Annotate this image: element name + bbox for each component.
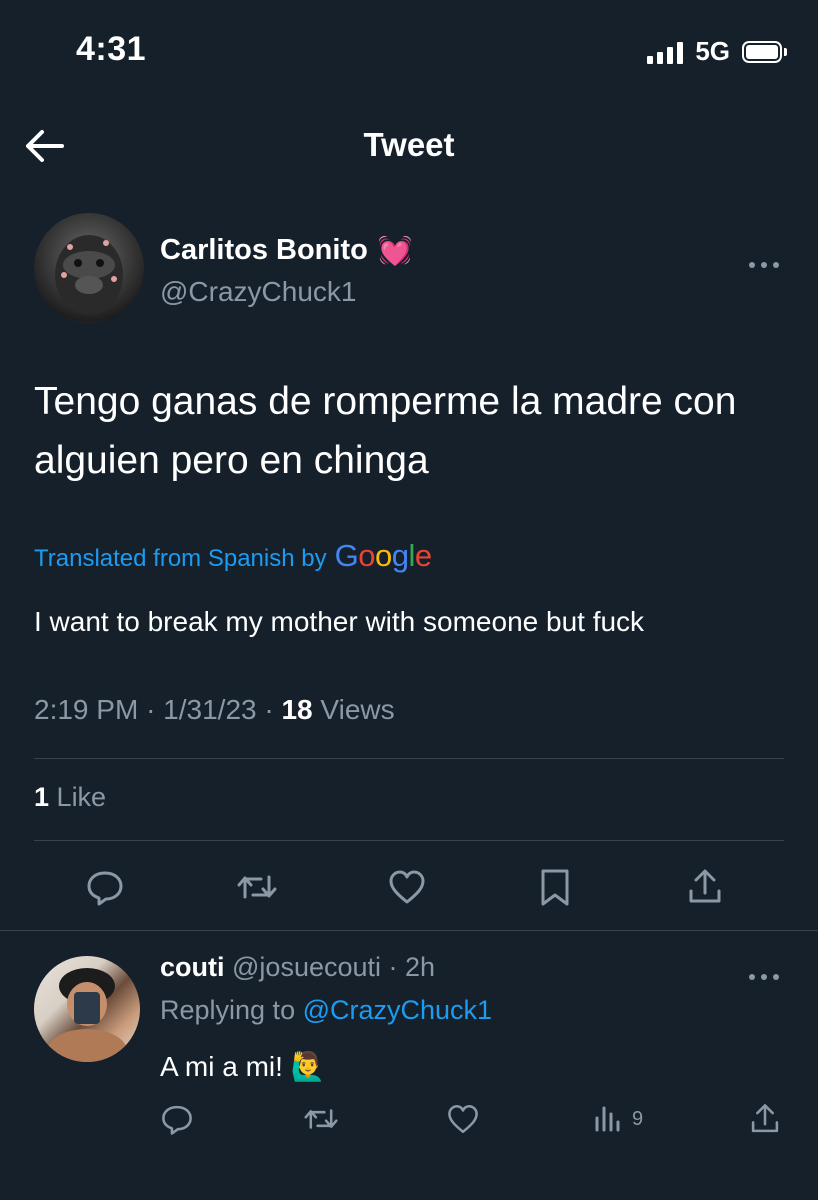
reply-text: A mi a mi! 🙋‍♂️ [160, 1050, 326, 1083]
reply-like-button[interactable] [446, 1099, 480, 1139]
share-icon [689, 869, 721, 903]
reply-timestamp: 2h [405, 952, 436, 982]
tweet-action-bar [0, 864, 818, 910]
signal-icon [647, 40, 684, 64]
author-avatar[interactable] [34, 213, 144, 323]
replying-handle-link[interactable]: @CrazyChuck1 [303, 995, 492, 1025]
separator: · [146, 694, 164, 725]
reply-retweet-button[interactable] [302, 1099, 340, 1139]
share-icon [751, 1104, 779, 1133]
google-logo: Google [334, 538, 433, 573]
separator: · [388, 952, 406, 982]
views-bars-icon [595, 1106, 620, 1132]
retweet-icon [304, 1109, 338, 1129]
like-button[interactable] [384, 864, 430, 910]
retweet-button[interactable] [234, 864, 280, 910]
reply-button[interactable] [82, 864, 128, 910]
bookmark-icon [541, 869, 569, 906]
heart-emoji: 💓 [377, 235, 413, 266]
divider [34, 758, 784, 759]
author-name-text: Carlitos Bonito [160, 234, 368, 266]
comment-icon [162, 1105, 192, 1135]
reply-share-button[interactable] [748, 1099, 782, 1139]
views-label: Views [320, 694, 395, 725]
replying-to: Replying to @CrazyChuck1 [160, 995, 492, 1026]
divider [0, 930, 818, 931]
status-indicators: 5G [647, 36, 787, 67]
reply-more-options-button[interactable] [748, 958, 780, 989]
tweet-date: 1/31/23 [163, 694, 257, 725]
reply-header: couti @josuecouti · 2h [160, 952, 435, 983]
selfie-avatar-image [47, 968, 127, 1062]
more-options-button[interactable] [748, 246, 780, 277]
author-display-name[interactable]: Carlitos Bonito 💓 [160, 234, 413, 267]
bookmark-button[interactable] [532, 864, 578, 910]
translated-text: I want to break my mother with someone b… [34, 606, 645, 637]
battery-icon [742, 40, 787, 63]
reply-text-content: A mi a mi! [160, 1051, 283, 1082]
divider [34, 840, 784, 841]
comment-icon [87, 871, 123, 906]
reply-author-handle[interactable]: @josuecouti [232, 952, 381, 982]
more-dots-icon [749, 974, 779, 980]
share-button[interactable] [682, 864, 728, 910]
likes-summary[interactable]: 1 Like [34, 782, 106, 813]
tweet-time: 2:19 PM [34, 694, 139, 725]
raising-hand-emoji: 🙋‍♂️ [290, 1051, 326, 1082]
heart-icon [389, 870, 425, 904]
reply-author-name[interactable]: couti [160, 952, 225, 982]
heart-icon [448, 1104, 478, 1134]
views-count: 18 [281, 694, 313, 725]
reply-views-count: 9 [632, 1107, 644, 1130]
replying-label: Replying to [160, 995, 296, 1025]
network-label: 5G [695, 36, 730, 66]
likes-label: Like [56, 782, 107, 812]
tweet-metadata: 2:19 PM · 1/31/23 · 18 Views [34, 694, 395, 726]
separator: · [264, 694, 282, 725]
tweet-text: Tengo ganas de romperme la madre con alg… [34, 380, 737, 482]
reply-reply-button[interactable] [160, 1099, 194, 1139]
page-title: Tweet [363, 126, 455, 163]
translated-label: Translated from Spanish by [34, 545, 327, 572]
status-time: 4:31 [76, 30, 147, 68]
reply-author-avatar[interactable] [34, 956, 140, 1062]
reply-views-button[interactable]: 9 [592, 1099, 643, 1139]
retweet-icon [237, 875, 277, 899]
translation-attribution[interactable]: Translated from Spanish by Google [34, 538, 432, 574]
likes-count: 1 [34, 782, 50, 812]
reply-action-bar: 9 [0, 1099, 818, 1139]
gorilla-avatar-image [55, 235, 123, 315]
author-handle[interactable]: @CrazyChuck1 [160, 276, 356, 308]
more-dots-icon [749, 262, 779, 268]
